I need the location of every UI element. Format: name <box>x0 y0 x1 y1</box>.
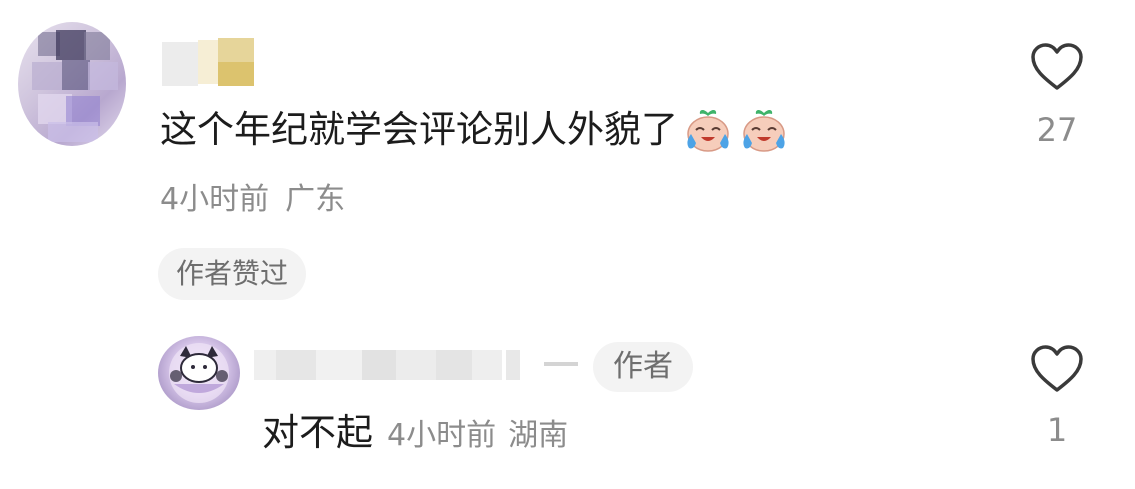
comment-like-count: 27 <box>1036 111 1078 149</box>
kuromi-avatar-icon <box>169 343 229 403</box>
reply-like-count: 1 <box>1046 411 1068 449</box>
commenter-username[interactable] <box>162 36 254 88</box>
reply-author-avatar[interactable] <box>158 336 240 410</box>
comment-location: 广东 <box>285 182 346 217</box>
crying-laughing-peach-emoji <box>743 110 785 152</box>
reply-body: 对不起 4小时前 湖南 <box>262 408 568 461</box>
reply-author-username[interactable] <box>254 344 584 384</box>
like-heart-icon[interactable] <box>1030 42 1084 92</box>
comment-time: 4小时前 <box>160 182 270 217</box>
comment-body: 这个年纪就学会评论别人外貌了 <box>160 104 790 156</box>
author-badge: 作者 <box>593 342 693 392</box>
reply-meta: 4小时前 湖南 <box>387 411 568 461</box>
commenter-avatar[interactable] <box>18 22 126 146</box>
reply-location: 湖南 <box>508 418 569 453</box>
reply-time: 4小时前 <box>387 418 497 453</box>
author-liked-badge: 作者赞过 <box>158 248 307 300</box>
crying-laughing-peach-emoji <box>687 110 729 152</box>
like-heart-icon[interactable] <box>1030 344 1084 394</box>
reply-text: 对不起 <box>262 411 373 454</box>
comment-text: 这个年纪就学会评论别人外貌了 <box>160 108 678 151</box>
comment-meta: 4小时前 广东 <box>160 178 345 222</box>
